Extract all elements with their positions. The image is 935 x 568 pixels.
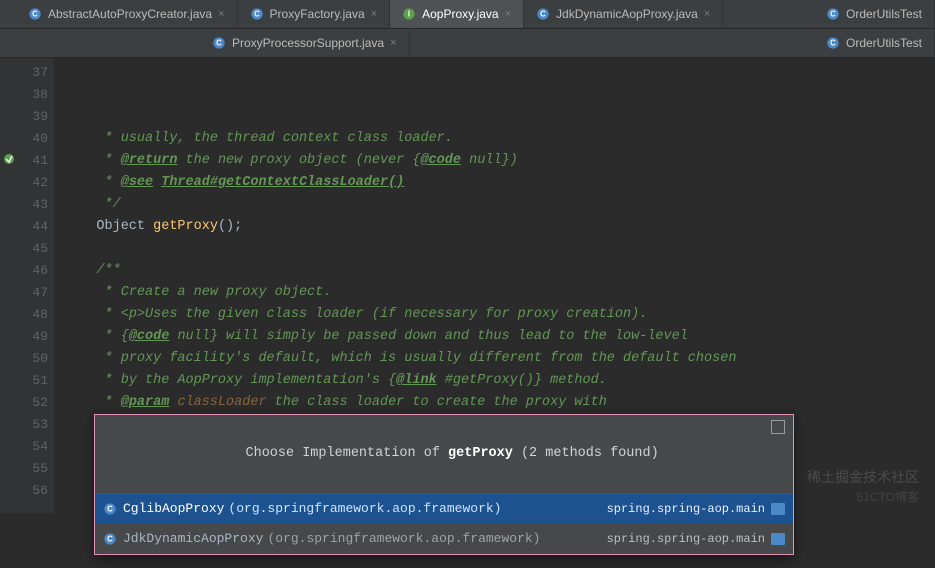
line-number: 56 [0,480,48,502]
class-file-icon: C [826,7,840,21]
line-number: 52 [0,392,48,414]
editor-tab[interactable]: I AopProxy.java × [390,0,524,28]
tab-label: AopProxy.java [422,7,498,21]
popup-title-prefix: Choose Implementation of [246,446,449,461]
module-name: spring.spring-aop.main [607,498,765,520]
line-number: 39 [0,106,48,128]
class-file-icon: C [826,36,840,50]
popup-method-name: getProxy [448,446,513,461]
line-number: 44 [0,216,48,238]
line-number: 55 [0,458,48,480]
class-icon: C [103,532,123,546]
line-number: 53 [0,414,48,436]
class-name: CglibAopProxy [123,498,224,520]
svg-text:C: C [107,535,113,544]
class-icon: C [103,502,123,516]
editor-tab[interactable]: C OrderUtilsTest [814,29,935,57]
svg-text:C: C [32,10,38,19]
line-number: 41 [0,150,48,172]
code-line[interactable]: Object getProxy(); [54,216,935,238]
line-number: 50 [0,348,48,370]
package-name: (org.springframework.aop.framework) [267,528,540,550]
svg-text:C: C [830,39,836,48]
code-editor: 3738394041424344454647484950515253545556… [0,58,935,513]
package-name: (org.springframework.aop.framework) [228,498,501,520]
code-line[interactable]: * by the AopProxy implementation's {@lin… [54,370,935,392]
code-line[interactable]: */ [54,194,935,216]
popup-title-suffix: (2 methods found) [513,446,659,461]
module-icon [771,533,785,545]
close-icon[interactable]: × [704,8,710,20]
svg-text:C: C [107,505,113,514]
line-number: 54 [0,436,48,458]
pin-icon[interactable] [771,420,785,434]
editor-tab[interactable]: C OrderUtilsTest [814,0,935,28]
close-icon[interactable]: × [505,8,511,20]
tab-label: AbstractAutoProxyCreator.java [48,7,212,21]
code-line[interactable]: * @param classLoader the class loader to… [54,392,935,414]
interface-file-icon: I [402,7,416,21]
svg-text:C: C [540,10,546,19]
editor-tab[interactable]: C ProxyFactory.java × [238,0,391,28]
svg-text:I: I [408,10,410,19]
line-number: 47 [0,282,48,304]
tab-label: ProxyFactory.java [270,7,365,21]
class-name: JdkDynamicAopProxy [123,528,263,550]
class-file-icon: C [250,7,264,21]
code-area[interactable]: * usually, the thread context class load… [54,58,935,513]
editor-tab[interactable]: C ProxyProcessorSupport.java × [200,29,410,57]
code-line[interactable]: * @see Thread#getContextClassLoader() [54,172,935,194]
code-line[interactable] [54,238,935,260]
popup-title: Choose Implementation of getProxy (2 met… [95,415,793,494]
tab-label: JdkDynamicAopProxy.java [556,7,698,21]
tab-bar-secondary: C ProxyProcessorSupport.java × C OrderUtilsT… [0,29,935,58]
watermark-text: 51CTO博客 [857,488,919,505]
tab-bar-primary: C AbstractAutoProxyCreator.java × C ProxyFac… [0,0,935,29]
line-number: 43 [0,194,48,216]
svg-text:C: C [254,10,260,19]
line-number: 46 [0,260,48,282]
tab-label: OrderUtilsTest [846,36,922,50]
watermark-text: 稀土掘金技术社区 [807,467,919,487]
code-line[interactable]: * <p>Uses the given class loader (if nec… [54,304,935,326]
code-line[interactable]: * @return the new proxy object (never {@… [54,150,935,172]
line-number: 49 [0,326,48,348]
class-file-icon: C [212,36,226,50]
code-line[interactable]: /** [54,260,935,282]
editor-tab[interactable]: C JdkDynamicAopProxy.java × [524,0,723,28]
line-number: 37 [0,62,48,84]
module-name: spring.spring-aop.main [607,528,765,550]
module-icon [771,503,785,515]
code-line[interactable]: * usually, the thread context class load… [54,128,935,150]
class-file-icon: C [28,7,42,21]
editor-tab[interactable]: C AbstractAutoProxyCreator.java × [16,0,238,28]
line-number: 42 [0,172,48,194]
svg-text:C: C [216,39,222,48]
code-line[interactable]: * Create a new proxy object. [54,282,935,304]
close-icon[interactable]: × [390,37,396,49]
code-line[interactable]: * proxy facility's default, which is usu… [54,348,935,370]
implementation-item[interactable]: C JdkDynamicAopProxy (org.springframewor… [95,524,793,554]
line-number: 40 [0,128,48,150]
line-number-gutter: 3738394041424344454647484950515253545556 [0,58,54,513]
tab-label: OrderUtilsTest [846,7,922,21]
close-icon[interactable]: × [218,8,224,20]
line-number: 38 [0,84,48,106]
svg-text:C: C [830,10,836,19]
implements-gutter-icon[interactable] [2,152,16,166]
code-line[interactable]: * {@code null} will simply be passed dow… [54,326,935,348]
class-file-icon: C [536,7,550,21]
line-number: 51 [0,370,48,392]
line-number: 45 [0,238,48,260]
close-icon[interactable]: × [371,8,377,20]
tab-label: ProxyProcessorSupport.java [232,36,384,50]
implementation-item[interactable]: C CglibAopProxy (org.springframework.aop… [95,494,793,524]
implementations-popup: Choose Implementation of getProxy (2 met… [94,414,794,555]
line-number: 48 [0,304,48,326]
